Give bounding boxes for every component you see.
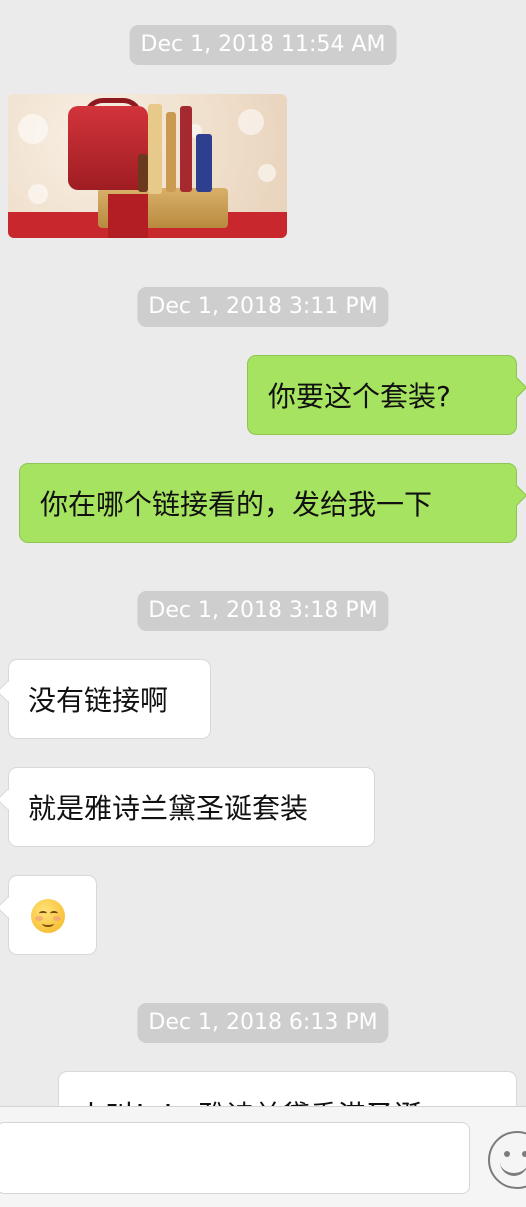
message-input[interactable] — [0, 1122, 470, 1194]
timestamp-pill: Dec 1, 2018 11:54 AM — [129, 25, 397, 65]
timestamp-pill: Dec 1, 2018 3:18 PM — [137, 591, 389, 631]
outgoing-message-bubble[interactable]: 你在哪个链接看的，发给我一下 — [19, 463, 517, 543]
product-image-message[interactable] — [8, 94, 287, 238]
emoji-face-icon[interactable] — [488, 1131, 526, 1189]
incoming-emoji-bubble[interactable] — [8, 875, 97, 955]
outgoing-message-bubble[interactable]: 你要这个套装? — [247, 355, 517, 435]
message-text: 就是雅诗兰黛圣诞套装 — [28, 792, 309, 825]
incoming-message-bubble[interactable]: 没有链接啊 — [8, 659, 211, 739]
chat-input-bar — [0, 1106, 526, 1207]
timestamp-pill: Dec 1, 2018 6:13 PM — [137, 1003, 389, 1043]
incoming-message-bubble[interactable]: 就是雅诗兰黛圣诞套装 — [8, 767, 375, 847]
message-text: 没有链接啊 — [28, 684, 169, 717]
message-text: 你要这个套装? — [268, 380, 451, 413]
blushing-smile-emoji-icon — [31, 899, 65, 933]
timestamp-pill: Dec 1, 2018 3:11 PM — [137, 287, 389, 327]
message-text: 你在哪个链接看的，发给我一下 — [40, 488, 433, 521]
